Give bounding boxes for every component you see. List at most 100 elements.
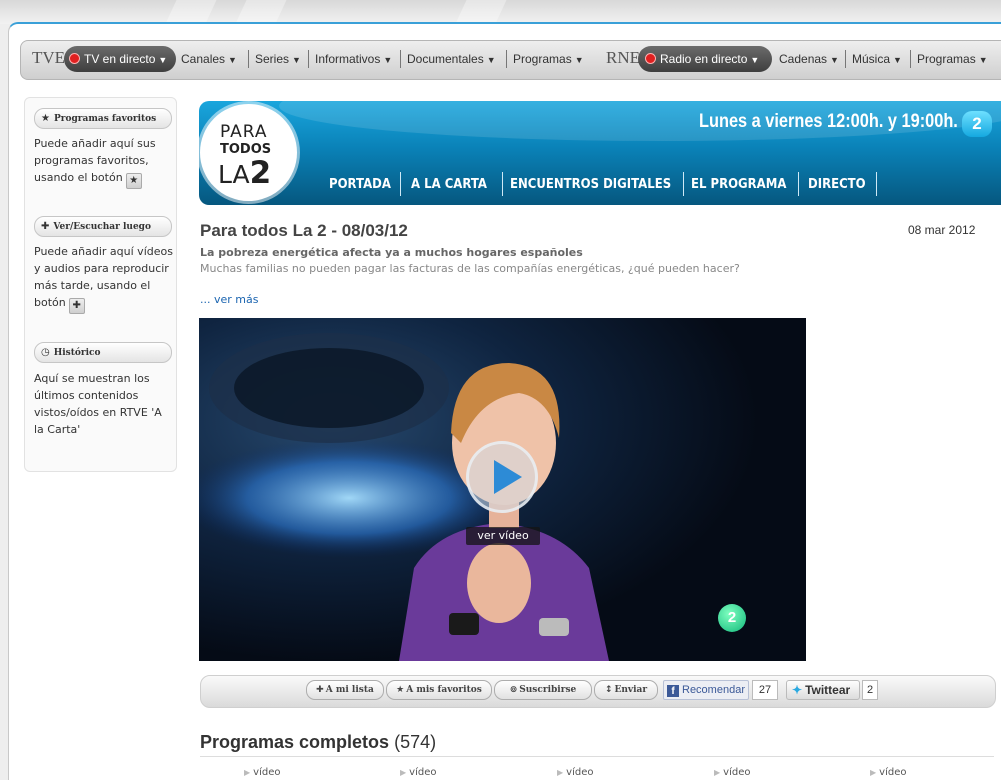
add-to-list-label: A mi lista [325,685,374,695]
menu-musica[interactable]: Música ▼ [852,46,902,72]
add-to-favorites-button[interactable]: ★ A mis favoritos [386,680,492,700]
facebook-recommend-button[interactable]: f Recomendar [663,680,749,700]
chevron-down-icon: ▼ [750,55,760,65]
add-to-list-button[interactable]: ✚ A mi lista [306,680,384,700]
wristwatch [539,618,569,636]
radio-en-directo-label: Radio en directo [660,52,748,66]
tv-en-directo-menu[interactable]: TV en directo ▼ [69,46,167,72]
triangle-icon: ▶ [870,768,877,777]
subscribe-label: Suscribirse [519,685,577,695]
banner-nav-divider [876,172,877,196]
play-button[interactable] [466,441,538,513]
tve-brand[interactable]: TVE [32,48,65,68]
menu-canales-label: Canales [181,52,226,66]
logo-la: LA [218,160,250,189]
luego-header[interactable]: ✚ Ver/Escuchar luego [34,216,172,237]
nav-divider [248,50,249,68]
star-icon: ★ [41,113,50,124]
chevron-down-icon: ▼ [228,55,237,65]
la2-channel-badge: 2 [962,111,992,137]
chevron-down-icon: ▼ [893,55,902,65]
episode-date: 08 mar 2012 [908,223,976,237]
nav-divider [400,50,401,68]
browser-top-band [0,0,1001,34]
ver-video-label[interactable]: ver vídeo [466,527,540,545]
chevron-down-icon: ▼ [383,55,393,65]
menu-programas-rne[interactable]: Programas ▼ [917,46,988,72]
historico-text: Aquí se muestran los últimos contenidos … [34,372,162,436]
tab-directo[interactable]: DIRECTO [808,174,866,196]
list-item[interactable]: ▶ vídeo [714,767,750,778]
star-icon: ★ [396,685,405,695]
twitter-button[interactable]: ✦ Twittear [786,680,860,700]
menu-canales[interactable]: Canales ▼ [181,46,237,72]
programas-completos-count: (574) [394,732,437,752]
add-to-favorites-label: A mis favoritos [406,685,482,695]
menu-series[interactable]: Series ▼ [255,46,301,72]
nav-divider [910,50,911,68]
favoritos-header[interactable]: ★ Programas favoritos [34,108,172,129]
plus-icon: ✚ [68,298,85,314]
logo-2: 2 [249,155,272,191]
menu-documentales-label: Documentales [407,52,484,66]
broadcast-schedule: Lunes a viernes 12:00h. y 19:00h. [699,111,958,132]
nav-divider [506,50,507,68]
menu-documentales[interactable]: Documentales ▼ [407,46,496,72]
presenter-hands [467,543,531,623]
chevron-down-icon: ▼ [830,55,839,65]
menu-programas-tve[interactable]: Programas ▼ [513,46,584,72]
luego-description: Puede añadir aquí vídeos y audios para r… [34,245,173,309]
send-icon: ↕ [604,685,613,695]
logo-line-para: PARA [220,122,268,142]
list-item[interactable]: ▶ vídeo [244,767,280,778]
logo-line-la2: LA2 [218,155,271,191]
menu-cadenas[interactable]: Cadenas ▼ [779,46,839,72]
favoritos-title: Programas favoritos [53,114,157,124]
tab-portada[interactable]: PORTADA [329,174,391,196]
section-divider [200,756,994,757]
triangle-icon: ▶ [557,768,564,777]
live-dot-icon [69,53,80,64]
para-todos-la-2-logo[interactable]: PARA TODOS LA2 [200,104,297,201]
menu-informativos[interactable]: Informativos ▼ [315,46,392,72]
facebook-icon: f [667,685,679,697]
list-item[interactable]: ▶ vídeo [870,767,906,778]
tv-en-directo-label: TV en directo [84,52,156,66]
favoritos-text: Puede añadir aquí sus programas favorito… [34,135,174,189]
plus-icon: ✚ [316,685,324,695]
historico-header[interactable]: ◷ Histórico [34,342,172,363]
wristband [449,613,479,635]
nav-divider [845,50,846,68]
list-item-label: vídeo [879,767,907,778]
radio-en-directo-menu[interactable]: Radio en directo ▼ [645,46,759,72]
triangle-icon: ▶ [400,768,407,777]
subscribe-button[interactable]: ⊚ Suscribirse [494,680,592,700]
rss-icon: ⊚ [509,685,518,695]
rne-brand[interactable]: RNE [606,48,640,68]
burner-center [234,348,424,428]
tab-encuentros-digitales[interactable]: ENCUENTROS DIGITALES [510,174,671,196]
live-dot-icon [645,53,656,64]
list-item[interactable]: ▶ vídeo [557,767,593,778]
list-item-label: vídeo [566,767,594,778]
chevron-down-icon: ▼ [574,55,584,65]
list-item-label: vídeo [723,767,751,778]
list-item[interactable]: ▶ vídeo [400,767,436,778]
la2-watermark: 2 [718,604,746,632]
twitter-label: Twittear [805,683,851,697]
chevron-down-icon: ▼ [978,55,988,65]
star-icon: ★ [125,173,142,189]
send-button[interactable]: ↕ Enviar [594,680,658,700]
twitter-bird-icon: ✦ [792,683,803,697]
programas-completos-heading: Programas completos (574) [200,732,436,753]
luego-title: Ver/Escuchar luego [53,222,151,232]
luego-text: Puede añadir aquí vídeos y audios para r… [34,243,174,314]
historico-title: Histórico [53,348,101,358]
clock-icon: ◷ [41,347,50,358]
chevron-down-icon: ▼ [486,55,496,65]
tab-a-la-carta[interactable]: A LA CARTA [411,174,487,196]
ver-mas-link[interactable]: ... ver más [200,293,258,306]
menu-programas-rne-label: Programas [917,52,976,66]
programas-completos-title: Programas completos [200,732,390,752]
tab-el-programa[interactable]: EL PROGRAMA [691,174,786,196]
